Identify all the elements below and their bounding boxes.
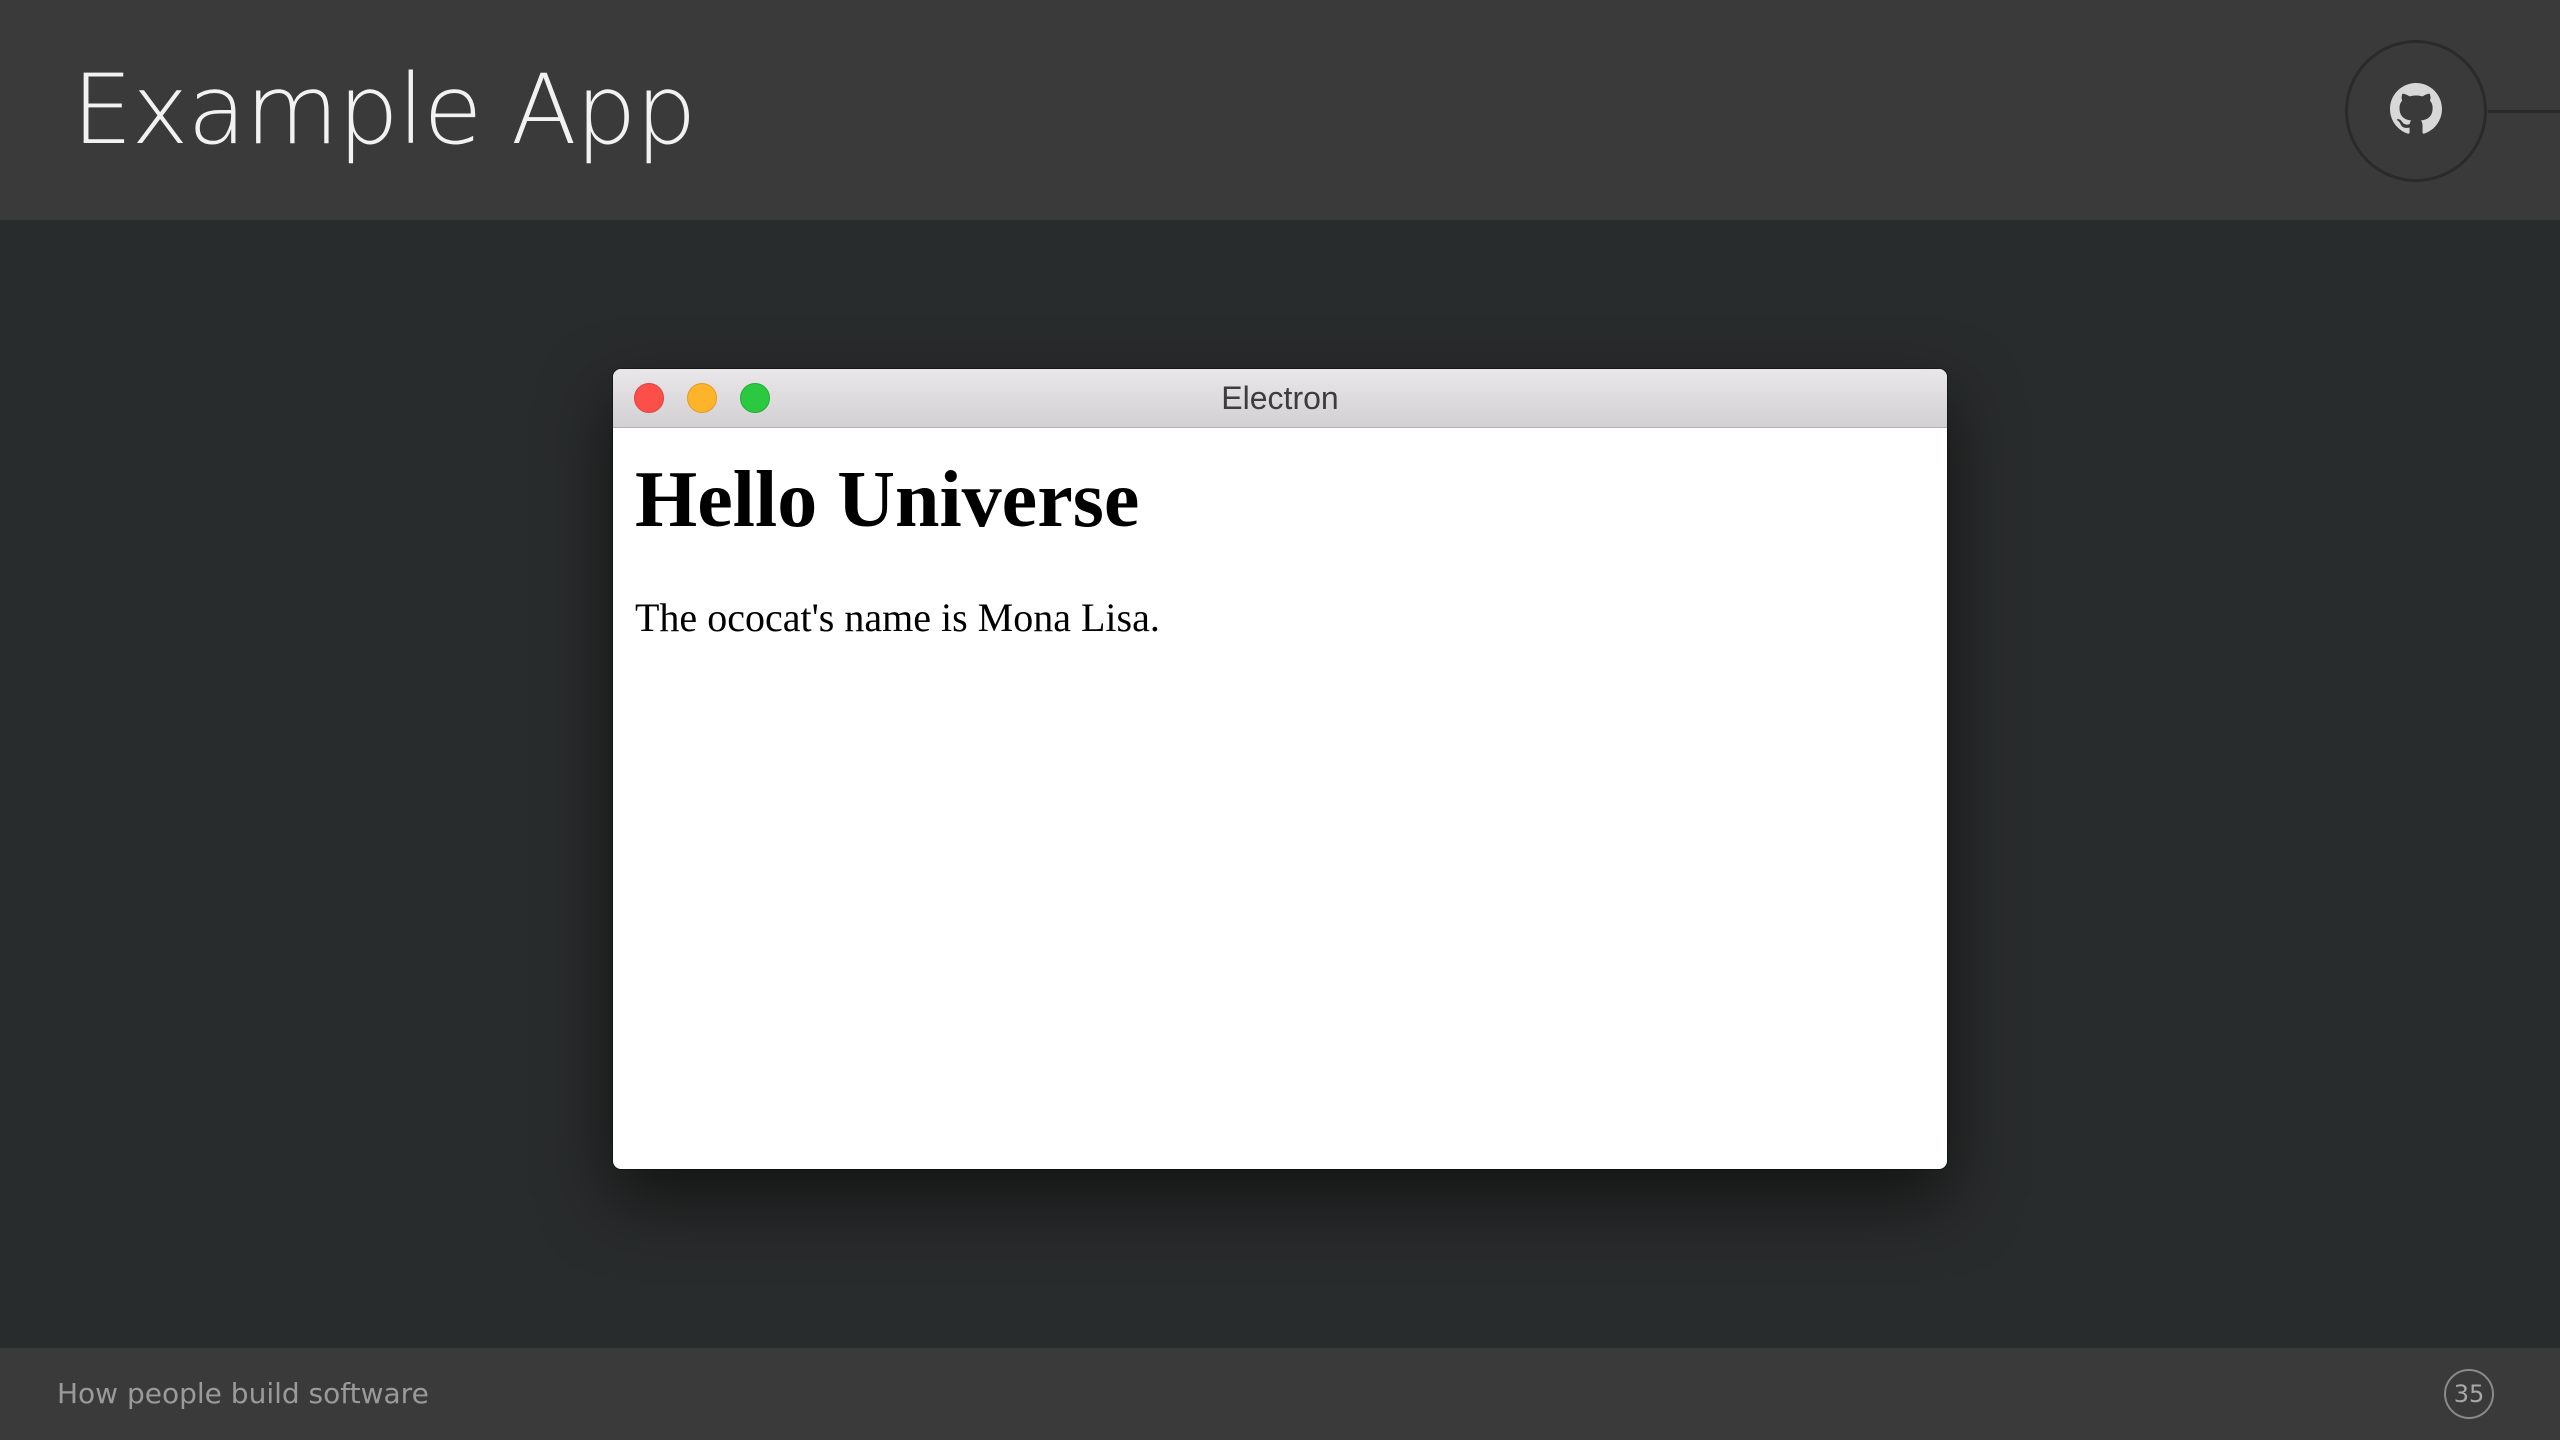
electron-window[interactable]: Electron Hello Universe The ococat's nam… xyxy=(613,369,1947,1169)
window-titlebar[interactable]: Electron xyxy=(613,369,1947,428)
page-number: 35 xyxy=(2444,1369,2494,1419)
github-badge xyxy=(2345,40,2487,182)
window-title: Electron xyxy=(1221,380,1339,416)
footer-text: How people build software xyxy=(57,1377,429,1410)
slide-footer: How people build software 35 xyxy=(0,1348,2560,1440)
badge-connector-line xyxy=(2488,110,2560,113)
github-icon xyxy=(2390,82,2442,140)
slide-title: Example App xyxy=(72,54,697,166)
slide: Example App Electron Hello Universe The … xyxy=(0,0,2560,1440)
window-content: Hello Universe The ococat's name is Mona… xyxy=(613,428,1947,642)
content-heading: Hello Universe xyxy=(635,456,1140,544)
content-paragraph: The ococat's name is Mona Lisa. xyxy=(635,595,1160,640)
slide-header: Example App xyxy=(0,0,2560,220)
